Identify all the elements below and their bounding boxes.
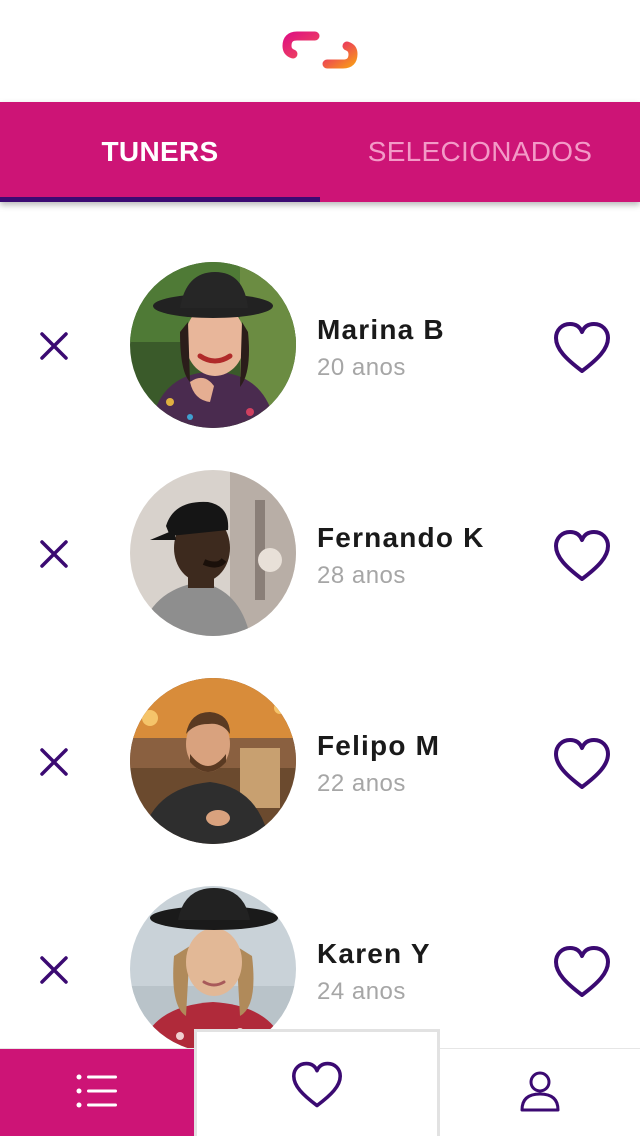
profile-row-felipo: Felipo M 22 anos (0, 618, 640, 844)
heart-outline-icon[interactable] (552, 528, 612, 584)
nav-favorites-button[interactable] (194, 1029, 440, 1136)
profile-row-marina: Marina B 20 anos (0, 202, 640, 428)
profile-name: Marina B (317, 314, 445, 345)
user-icon (519, 1070, 561, 1117)
profile-age: 22 anos (317, 770, 406, 797)
heart-outline-icon (289, 1060, 345, 1115)
close-icon[interactable] (30, 322, 78, 370)
avatar[interactable] (130, 470, 296, 636)
bottom-nav (0, 1029, 640, 1136)
close-icon[interactable] (30, 530, 78, 578)
profile-age: 20 anos (317, 354, 406, 381)
avatar[interactable] (130, 886, 296, 1048)
profile-list[interactable]: Marina B 20 anos Fernando K 28 anos Feli… (0, 202, 640, 1048)
heart-outline-icon[interactable] (552, 736, 612, 792)
app-screen: TUNERS SELECIONADOS Marina B 20 anos Fer… (0, 0, 640, 1136)
heart-outline-icon[interactable] (552, 320, 612, 376)
tab-selecionados[interactable]: SELECIONADOS (320, 102, 640, 202)
nav-profile-button[interactable] (440, 1049, 640, 1136)
close-icon[interactable] (30, 946, 78, 994)
profile-row-fernando: Fernando K 28 anos (0, 410, 640, 636)
profile-row-karen: Karen Y 24 anos (0, 826, 640, 1048)
top-bar (0, 0, 640, 102)
profile-name: Felipo M (317, 730, 441, 761)
list-icon (75, 1071, 119, 1116)
profile-age: 24 anos (317, 978, 406, 1005)
profile-name: Karen Y (317, 938, 431, 969)
avatar[interactable] (130, 678, 296, 844)
profile-age: 28 anos (317, 562, 406, 589)
tab-tuners[interactable]: TUNERS (0, 102, 320, 202)
chain-link-logo-icon (281, 22, 361, 78)
close-icon[interactable] (30, 738, 78, 786)
nav-list-button[interactable] (0, 1049, 194, 1136)
heart-outline-icon[interactable] (552, 944, 612, 1000)
tab-selecionados-label: SELECIONADOS (367, 136, 593, 167)
tab-tuners-label: TUNERS (101, 136, 219, 167)
avatar[interactable] (130, 262, 296, 428)
profile-name: Fernando K (317, 522, 485, 553)
tab-bar: TUNERS SELECIONADOS (0, 102, 640, 202)
